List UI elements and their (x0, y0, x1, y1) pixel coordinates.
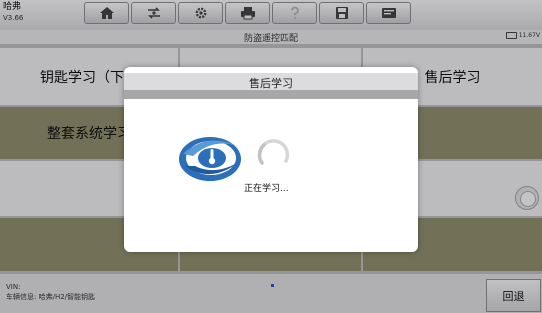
learning-dialog: 售后学习 正在学习... (124, 67, 418, 252)
dialog-title-divider (124, 90, 418, 99)
brand-logo-icon (179, 137, 241, 181)
dialog-message: 正在学习... (244, 184, 289, 194)
loading-spinner-icon (257, 139, 290, 165)
